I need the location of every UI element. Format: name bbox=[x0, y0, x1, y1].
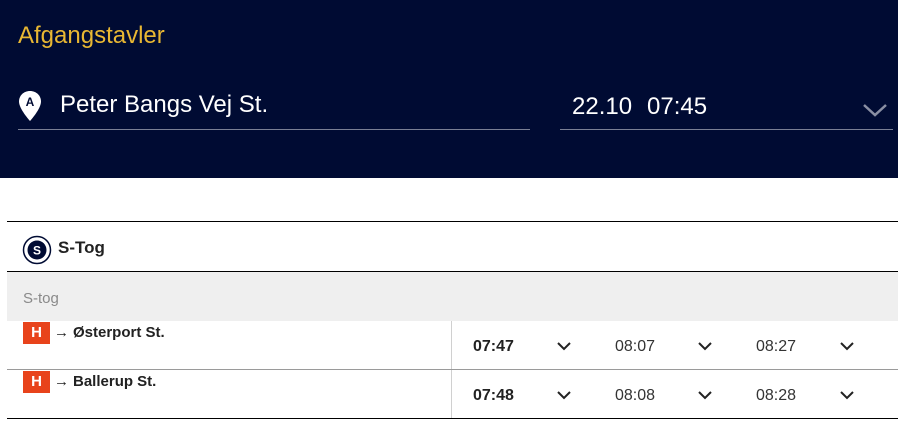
departure-board: S S-Tog S-tog H → Østerport St. 07:47 08… bbox=[7, 221, 898, 419]
line-badge: H bbox=[23, 322, 50, 344]
time-value: 07:45 bbox=[647, 93, 708, 120]
departure-row[interactable]: H → Ballerup St. 07:48 08:08 08:28 bbox=[7, 370, 898, 419]
datetime-selector[interactable]: 22.10 07:45 bbox=[560, 88, 893, 130]
departure-time[interactable]: 08:27 bbox=[756, 338, 796, 356]
divider bbox=[451, 321, 452, 369]
departure-time[interactable]: 08:07 bbox=[615, 338, 655, 356]
subsection-label: S-tog bbox=[23, 290, 59, 307]
chevron-down-icon[interactable] bbox=[862, 102, 888, 118]
line-badge: H bbox=[23, 371, 50, 393]
departure-row[interactable]: H → Østerport St. 07:47 08:07 08:27 bbox=[7, 321, 898, 370]
chevron-down-icon[interactable] bbox=[556, 390, 572, 400]
station-name[interactable]: Peter Bangs Vej St. bbox=[60, 91, 268, 119]
departure-time[interactable]: 07:47 bbox=[473, 338, 514, 356]
departure-time[interactable]: 07:48 bbox=[473, 387, 514, 405]
chevron-down-icon[interactable] bbox=[697, 341, 713, 351]
subsection-header: S-tog bbox=[7, 272, 898, 321]
chevron-down-icon[interactable] bbox=[839, 341, 855, 351]
direction-arrow: → bbox=[54, 373, 69, 390]
section-header-s-tog[interactable]: S S-Tog bbox=[7, 221, 898, 272]
station-field[interactable]: A Peter Bangs Vej St. bbox=[18, 88, 530, 130]
departure-time[interactable]: 08:08 bbox=[615, 387, 655, 405]
chevron-down-icon[interactable] bbox=[556, 341, 572, 351]
header: Afgangstavler A Peter Bangs Vej St. 22.1… bbox=[0, 0, 898, 178]
chevron-down-icon[interactable] bbox=[839, 390, 855, 400]
section-label: S-Tog bbox=[58, 238, 105, 257]
date-value: 22.10 bbox=[572, 93, 633, 120]
destination: Ballerup St. bbox=[73, 373, 157, 390]
chevron-down-icon[interactable] bbox=[697, 390, 713, 400]
s-train-icon: S bbox=[22, 235, 52, 265]
svg-text:S: S bbox=[33, 244, 41, 258]
svg-text:A: A bbox=[26, 95, 35, 109]
location-pin-icon: A bbox=[19, 91, 41, 121]
page-title: Afgangstavler bbox=[18, 22, 165, 49]
divider bbox=[451, 370, 452, 418]
destination: Østerport St. bbox=[73, 324, 165, 341]
direction-arrow: → bbox=[54, 324, 69, 341]
departure-time[interactable]: 08:28 bbox=[756, 387, 796, 405]
